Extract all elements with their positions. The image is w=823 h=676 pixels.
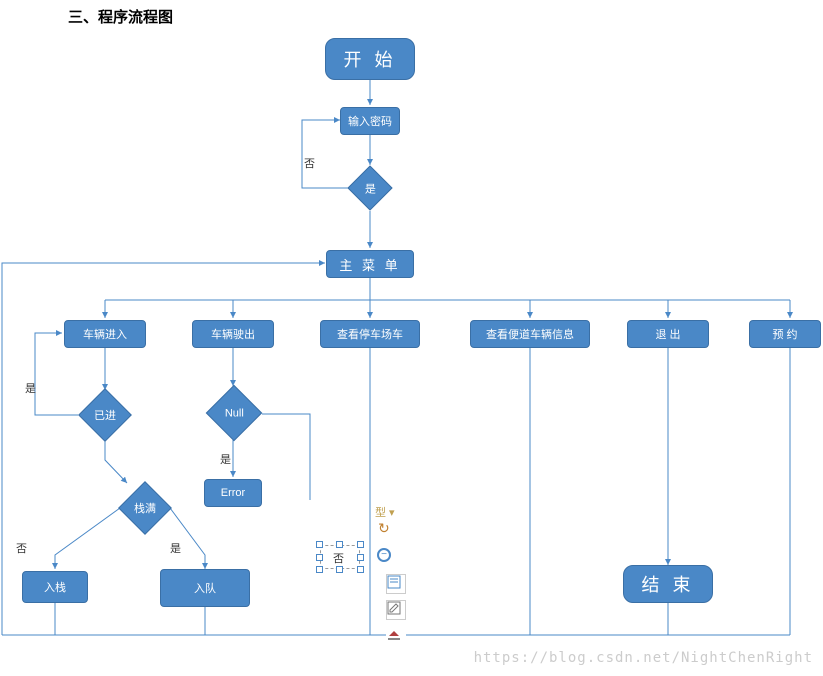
node-push-stack: 入栈 — [22, 571, 88, 603]
flowchart-canvas: 三、程序流程图 — [0, 0, 823, 676]
node-start: 开 始 — [325, 38, 415, 80]
node-main-menu: 主 菜 单 — [326, 250, 414, 278]
resize-handle-se[interactable] — [357, 566, 364, 573]
edge-label-yes: 是 — [25, 380, 36, 396]
tool-text-icon[interactable] — [386, 574, 406, 594]
edge-label-yes2: 是 — [220, 451, 231, 467]
tool-edit-icon[interactable] — [386, 600, 406, 620]
format-hint-icon[interactable]: 型 ▾ — [375, 504, 395, 520]
delete-icon[interactable]: − — [377, 548, 391, 562]
resize-handle-w[interactable] — [316, 554, 323, 561]
edge-label-no: 否 — [304, 155, 315, 171]
node-input-password: 输入密码 — [340, 107, 400, 135]
edge-label-yes3: 是 — [170, 540, 181, 556]
edge-label-no2: 否 — [16, 540, 27, 556]
node-view-lane: 查看便道车辆信息 — [470, 320, 590, 348]
watermark: https://blog.csdn.net/NightChenRight — [474, 650, 813, 666]
tool-fill-icon[interactable] — [386, 626, 406, 646]
node-car-out: 车辆驶出 — [192, 320, 274, 348]
resize-handle-nw[interactable] — [316, 541, 323, 548]
resize-handle-ne[interactable] — [357, 541, 364, 548]
node-reserve: 预 约 — [749, 320, 821, 348]
rotate-icon[interactable]: ↻ — [378, 520, 390, 537]
node-view-lot: 查看停车场车 — [320, 320, 420, 348]
resize-handle-sw[interactable] — [316, 566, 323, 573]
node-error: Error — [204, 479, 262, 507]
selected-text: 否 — [333, 550, 344, 566]
node-enqueue: 入队 — [160, 569, 250, 607]
node-end: 结 束 — [623, 565, 713, 603]
resize-handle-n[interactable] — [336, 541, 343, 548]
resize-handle-s[interactable] — [336, 566, 343, 573]
node-car-in: 车辆进入 — [64, 320, 146, 348]
resize-handle-e[interactable] — [357, 554, 364, 561]
node-exit: 退 出 — [627, 320, 709, 348]
